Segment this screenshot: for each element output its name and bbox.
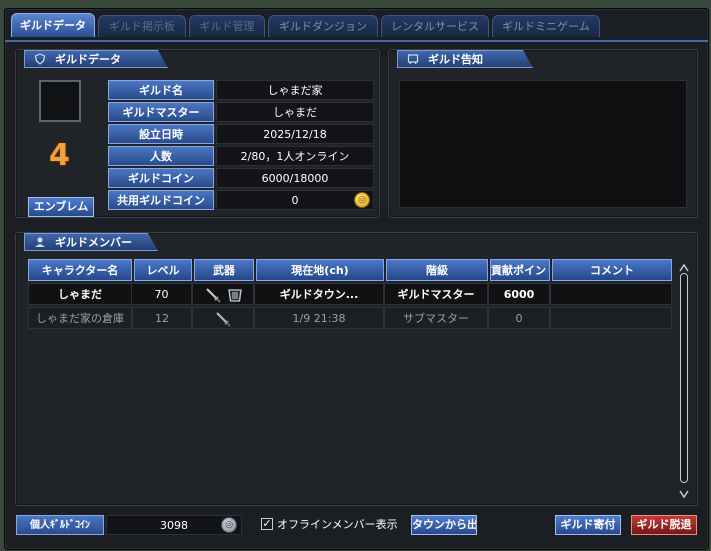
- member-points: 0: [488, 307, 550, 329]
- tab-guild-data[interactable]: ギルドデータ: [11, 13, 95, 37]
- member-name: しゃまだ家の倉庫: [28, 307, 132, 329]
- value-members-count: 2/80，1人オンライン: [216, 146, 374, 166]
- personal-coin-icon: ◎: [221, 517, 237, 533]
- coin-icon: ◎: [354, 192, 370, 208]
- guild-data-panel: ギルドデータ 4 エンブレム ギルド名 しゃまだ家 ギルドマスター しゃまだ 設…: [15, 49, 380, 218]
- value-guild-coin: 6000/18000: [216, 168, 374, 188]
- value-shared-guild-coin: 0: [216, 190, 374, 210]
- member-name: しゃまだ: [28, 283, 132, 305]
- tab-bar: ギルドデータ ギルド掲示板 ギルド管理 ギルドダンジョン レンタルサービス ギル…: [5, 13, 708, 42]
- col-level[interactable]: レベル: [134, 259, 192, 281]
- guild-notice-title: ギルド告知: [428, 53, 483, 66]
- tab-underline: [5, 40, 708, 42]
- member-level: 12: [132, 307, 192, 329]
- member-level: 70: [132, 283, 192, 305]
- person-icon: [33, 236, 47, 250]
- scrollbar-track[interactable]: [680, 273, 688, 483]
- col-rank[interactable]: 階級: [386, 259, 488, 281]
- member-rank: サブマスター: [384, 307, 488, 329]
- tab-guild-manage[interactable]: ギルド管理: [189, 15, 265, 37]
- guild-notice-panel: ギルド告知: [388, 49, 698, 218]
- sword-icon: [205, 287, 221, 304]
- tab-rental-service[interactable]: レンタルサービス: [381, 15, 489, 37]
- member-comment: [550, 283, 672, 305]
- label-shared-guild-coin: 共用ギルドコイン: [108, 190, 214, 210]
- col-character-name[interactable]: キャラクター名: [28, 259, 132, 281]
- col-weapon[interactable]: 武器: [194, 259, 254, 281]
- col-comment[interactable]: コメント: [552, 259, 672, 281]
- col-location[interactable]: 現在地(ch): [256, 259, 384, 281]
- member-points: 6000: [488, 283, 550, 305]
- label-members-count: 人数: [108, 146, 214, 166]
- value-guild-name: しゃまだ家: [216, 80, 374, 100]
- member-rank: ギルドマスター: [384, 283, 488, 305]
- guild-leave-button[interactable]: ギルド脱退: [631, 515, 697, 535]
- exit-town-button[interactable]: タウンから出る: [411, 515, 477, 535]
- table-row[interactable]: しゃまだ 70 ギルドタウン... ギルドマスター 6000: [28, 283, 674, 305]
- table-row[interactable]: しゃまだ家の倉庫 12 1/9 21:38 サブマスター 0: [28, 307, 674, 329]
- guild-emblem: [39, 80, 81, 122]
- tab-guild-board[interactable]: ギルド掲示板: [98, 15, 186, 37]
- label-guild-name: ギルド名: [108, 80, 214, 100]
- guild-window: ギルドデータ ギルド掲示板 ギルド管理 ギルドダンジョン レンタルサービス ギル…: [4, 8, 709, 550]
- label-guild-master: ギルドマスター: [108, 102, 214, 122]
- personal-coin-label: 個人ｷﾞﾙﾄﾞｺｲﾝ: [16, 515, 104, 535]
- member-last-login: 1/9 21:38: [254, 307, 384, 329]
- sword-icon: [215, 311, 231, 328]
- offline-members-label[interactable]: オフラインメンバー表示: [277, 515, 405, 535]
- offline-members-checkbox[interactable]: ✓: [261, 518, 273, 530]
- member-weapons: [192, 283, 254, 305]
- guild-notice-header: ギルド告知: [397, 50, 533, 68]
- guild-members-panel: ギルドメンバー キャラクター名 レベル 武器 現在地(ch) 階級 貢献ポイント…: [15, 232, 698, 506]
- notice-board-icon: [406, 53, 420, 67]
- scroll-up-button[interactable]: [678, 259, 690, 272]
- shield-icon: [33, 53, 47, 67]
- value-founded: 2025/12/18: [216, 124, 374, 144]
- member-location: ギルドタウン...: [254, 283, 384, 305]
- guild-donate-button[interactable]: ギルド寄付: [555, 515, 621, 535]
- value-guild-master: しゃまだ: [216, 102, 374, 122]
- guild-data-title: ギルドデータ: [55, 53, 121, 66]
- tab-guild-minigame[interactable]: ギルドミニゲーム: [492, 15, 600, 37]
- label-founded: 設立日時: [108, 124, 214, 144]
- label-guild-coin: ギルドコイン: [108, 168, 214, 188]
- shield-weapon-icon: [227, 287, 243, 304]
- guild-members-header: ギルドメンバー: [24, 233, 158, 251]
- guild-members-title: ギルドメンバー: [55, 236, 132, 249]
- tab-guild-dungeon[interactable]: ギルドダンジョン: [268, 15, 378, 37]
- guild-data-header: ギルドデータ: [24, 50, 168, 68]
- members-table: キャラクター名 レベル 武器 現在地(ch) 階級 貢献ポイント コメント しゃ…: [28, 259, 674, 499]
- scroll-down-button[interactable]: [678, 485, 690, 499]
- col-contribution[interactable]: 貢献ポイント: [490, 259, 550, 281]
- emblem-button[interactable]: エンブレム: [28, 197, 94, 217]
- member-comment: [550, 307, 672, 329]
- member-weapons: [192, 307, 254, 329]
- guild-level: 4: [49, 138, 70, 173]
- guild-notice-text-area[interactable]: [399, 80, 687, 208]
